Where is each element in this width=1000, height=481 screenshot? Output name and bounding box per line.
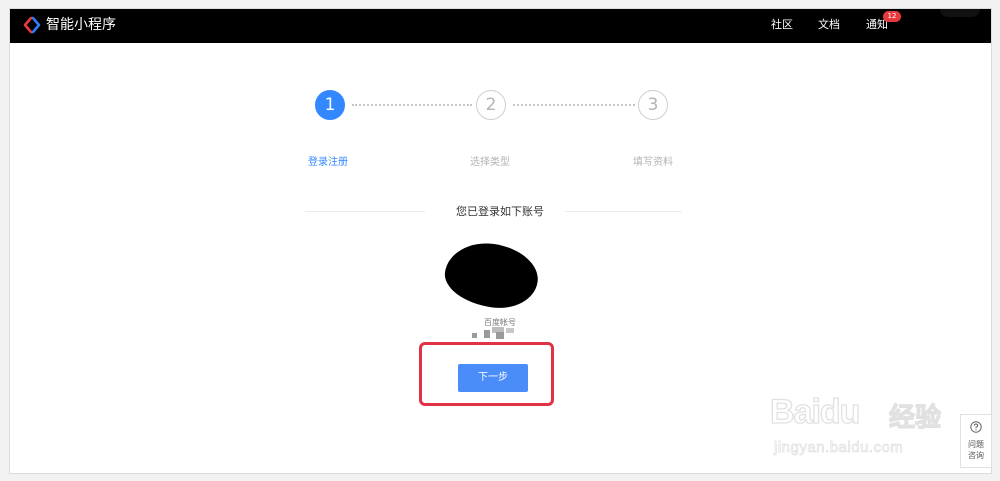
watermark-brand-cn: 经验 <box>888 402 942 433</box>
smart-program-logo-icon[interactable] <box>23 16 41 34</box>
app-window: 智能小程序 社区 文档 通知 12 1 2 3 登录注册 选择类型 填写资料 您… <box>9 8 992 474</box>
user-avatar[interactable] <box>940 9 980 17</box>
logged-in-title: 您已登录如下账号 <box>456 205 544 218</box>
watermark-url: jingyan.baidu.com <box>774 439 904 457</box>
step-2-circle: 2 <box>476 90 506 120</box>
baidu-jingyan-watermark: Baidu 经验 jingyan.baidu.com <box>762 381 962 471</box>
step-3-label: 填写资料 <box>633 157 673 168</box>
question-circle-icon <box>970 421 982 433</box>
app-title[interactable]: 智能小程序 <box>46 16 116 34</box>
next-step-button[interactable]: 下一步 <box>458 364 528 392</box>
account-avatar <box>441 237 542 314</box>
help-consult-button[interactable]: 问题 咨询 <box>960 414 992 468</box>
top-navbar: 智能小程序 社区 文档 通知 12 <box>10 9 991 43</box>
nav-community-link[interactable]: 社区 <box>771 18 793 32</box>
nav-docs-link[interactable]: 文档 <box>818 18 840 32</box>
help-label: 问题 咨询 <box>961 439 991 461</box>
step-2-label: 选择类型 <box>470 157 510 168</box>
watermark-brand: Baidu <box>769 392 861 431</box>
help-label-line2: 咨询 <box>968 451 984 460</box>
notification-badge: 12 <box>883 11 901 22</box>
step-connector <box>513 104 635 108</box>
account-name-redacted <box>472 327 518 339</box>
step-3-circle: 3 <box>638 90 668 120</box>
step-1-circle: 1 <box>315 90 345 120</box>
step-1-label: 登录注册 <box>308 157 348 168</box>
step-connector <box>352 104 472 108</box>
help-label-line1: 问题 <box>968 440 984 449</box>
